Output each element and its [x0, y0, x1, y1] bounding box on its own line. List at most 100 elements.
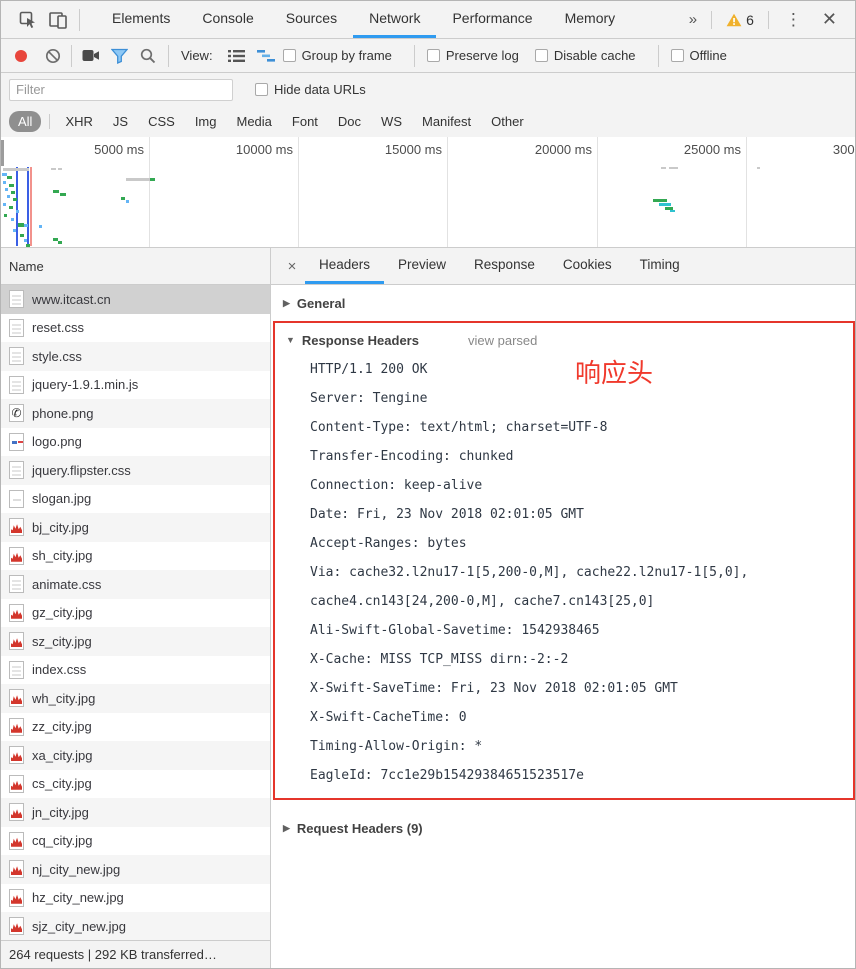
- tab-elements[interactable]: Elements: [96, 1, 186, 38]
- close-details-icon[interactable]: ×: [279, 248, 305, 284]
- request-name: logo.png: [32, 434, 82, 449]
- details-tab-preview[interactable]: Preview: [384, 248, 460, 284]
- request-row[interactable]: animate.css: [1, 570, 270, 599]
- request-headers-section-header[interactable]: ▶ Request Headers (9): [271, 810, 855, 846]
- timeline-request-mark: [5, 188, 8, 191]
- request-row[interactable]: reset.css: [1, 314, 270, 343]
- type-filter-ws[interactable]: WS: [372, 111, 411, 132]
- request-row[interactable]: nj_city_new.jpg: [1, 855, 270, 884]
- request-row[interactable]: gz_city.jpg: [1, 599, 270, 628]
- timeline-gridline: [149, 137, 150, 247]
- type-filter-doc[interactable]: Doc: [329, 111, 370, 132]
- timeline-tick-label: 30000 ms: [833, 142, 855, 157]
- details-tab-headers[interactable]: Headers: [305, 248, 384, 284]
- request-row[interactable]: jn_city.jpg: [1, 798, 270, 827]
- response-header-line: X-Cache: MISS TCP_MISS dirn:-2:-2: [275, 645, 853, 674]
- type-filter-css[interactable]: CSS: [139, 111, 184, 132]
- response-header-line: Content-Type: text/html; charset=UTF-8: [275, 413, 853, 442]
- details-tab-response[interactable]: Response: [460, 248, 549, 284]
- request-row[interactable]: cq_city.jpg: [1, 827, 270, 856]
- request-row[interactable]: slogan.jpg: [1, 485, 270, 514]
- devtools-window: ElementsConsoleSourcesNetworkPerformance…: [0, 0, 856, 969]
- view-parsed-link[interactable]: view parsed: [468, 333, 537, 348]
- doc-file-icon: [9, 319, 24, 337]
- devtools-menu-icon[interactable]: ⋮: [775, 10, 812, 30]
- response-header-line: EagleId: 7cc1e29b15429384651523517e: [275, 761, 853, 790]
- filter-icon[interactable]: [104, 41, 134, 71]
- request-row[interactable]: jquery-1.9.1.min.js: [1, 371, 270, 400]
- imgred-file-icon: [9, 775, 24, 793]
- disable-cache-checkbox[interactable]: Disable cache: [535, 48, 636, 63]
- request-row[interactable]: jquery.flipster.css: [1, 456, 270, 485]
- tab-sources[interactable]: Sources: [270, 1, 353, 38]
- checkbox: [283, 49, 296, 62]
- type-filter-js[interactable]: JS: [104, 111, 137, 132]
- request-name: wh_city.jpg: [32, 691, 95, 706]
- general-section-title: General: [297, 296, 345, 311]
- console-warnings-badge[interactable]: 6: [718, 12, 762, 28]
- network-overview-timeline[interactable]: 5000 ms10000 ms15000 ms20000 ms25000 ms3…: [1, 137, 855, 248]
- timeline-request-mark: [11, 191, 15, 194]
- type-filter-manifest[interactable]: Manifest: [413, 111, 480, 132]
- request-row[interactable]: logo.png: [1, 428, 270, 457]
- request-row[interactable]: zz_city.jpg: [1, 713, 270, 742]
- request-row[interactable]: sz_city.jpg: [1, 627, 270, 656]
- doc-file-icon: [9, 376, 24, 394]
- search-icon[interactable]: [134, 41, 162, 71]
- clear-network-log-icon[interactable]: [41, 41, 65, 71]
- use-large-rows-icon[interactable]: [223, 41, 251, 71]
- request-row[interactable]: index.css: [1, 656, 270, 685]
- record-network-log-button[interactable]: [15, 50, 27, 62]
- capture-screenshots-icon[interactable]: [78, 41, 104, 71]
- timeline-request-mark: [661, 167, 666, 169]
- general-section-header[interactable]: ▶ General: [271, 285, 855, 321]
- timeline-request-mark: [16, 210, 19, 213]
- collapsed-triangle-icon: ▶: [283, 823, 290, 834]
- request-row[interactable]: www.itcast.cn: [1, 285, 270, 314]
- type-filter-all[interactable]: All: [9, 111, 41, 132]
- inspect-element-icon[interactable]: [13, 5, 43, 35]
- request-list: www.itcast.cnreset.cssstyle.cssjquery-1.…: [1, 285, 270, 940]
- request-row[interactable]: bj_city.jpg: [1, 513, 270, 542]
- timeline-request-mark: [11, 218, 14, 221]
- request-row[interactable]: wh_city.jpg: [1, 684, 270, 713]
- request-name: zz_city.jpg: [32, 719, 92, 734]
- request-row[interactable]: xa_city.jpg: [1, 741, 270, 770]
- headers-content: ▶ General ▼ Response Headers view parsed…: [271, 285, 855, 968]
- filter-input[interactable]: [9, 79, 233, 101]
- filter-row: Hide data URLs: [1, 73, 855, 106]
- details-tab-cookies[interactable]: Cookies: [549, 248, 626, 284]
- close-devtools-icon[interactable]: ✕: [812, 9, 847, 30]
- request-name: bj_city.jpg: [32, 520, 89, 535]
- type-filter-other[interactable]: Other: [482, 111, 533, 132]
- request-row[interactable]: cs_city.jpg: [1, 770, 270, 799]
- device-toolbar-icon[interactable]: [43, 5, 73, 35]
- preserve-log-checkbox[interactable]: Preserve log: [427, 48, 519, 63]
- offline-checkbox[interactable]: Offline: [671, 48, 727, 63]
- doc-file-icon: [9, 575, 24, 593]
- type-filter-font[interactable]: Font: [283, 111, 327, 132]
- show-overview-icon[interactable]: [251, 41, 281, 71]
- more-panels-chevron[interactable]: »: [679, 11, 705, 28]
- group-by-frame-checkbox[interactable]: Group by frame: [283, 48, 392, 63]
- type-filter-xhr[interactable]: XHR: [56, 111, 101, 132]
- request-row[interactable]: sh_city.jpg: [1, 542, 270, 571]
- type-filter-img[interactable]: Img: [186, 111, 226, 132]
- tab-console[interactable]: Console: [186, 1, 269, 38]
- tab-network[interactable]: Network: [353, 1, 436, 38]
- name-column-header[interactable]: Name: [1, 248, 270, 285]
- details-tab-timing[interactable]: Timing: [626, 248, 694, 284]
- hide-data-urls-checkbox[interactable]: Hide data URLs: [255, 82, 366, 97]
- request-row[interactable]: hz_city_new.jpg: [1, 884, 270, 913]
- response-headers-section-header[interactable]: ▼ Response Headers view parsed: [275, 325, 853, 355]
- request-name: phone.png: [32, 406, 93, 421]
- timeline-tick-label: 20000 ms: [535, 142, 592, 157]
- timeline-request-mark: [58, 241, 62, 244]
- request-row[interactable]: style.css: [1, 342, 270, 371]
- type-filter-media[interactable]: Media: [227, 111, 280, 132]
- tab-performance[interactable]: Performance: [436, 1, 548, 38]
- tab-memory[interactable]: Memory: [549, 1, 632, 38]
- request-row[interactable]: phone.png: [1, 399, 270, 428]
- request-row[interactable]: sjz_city_new.jpg: [1, 912, 270, 940]
- imgred-file-icon: [9, 889, 24, 907]
